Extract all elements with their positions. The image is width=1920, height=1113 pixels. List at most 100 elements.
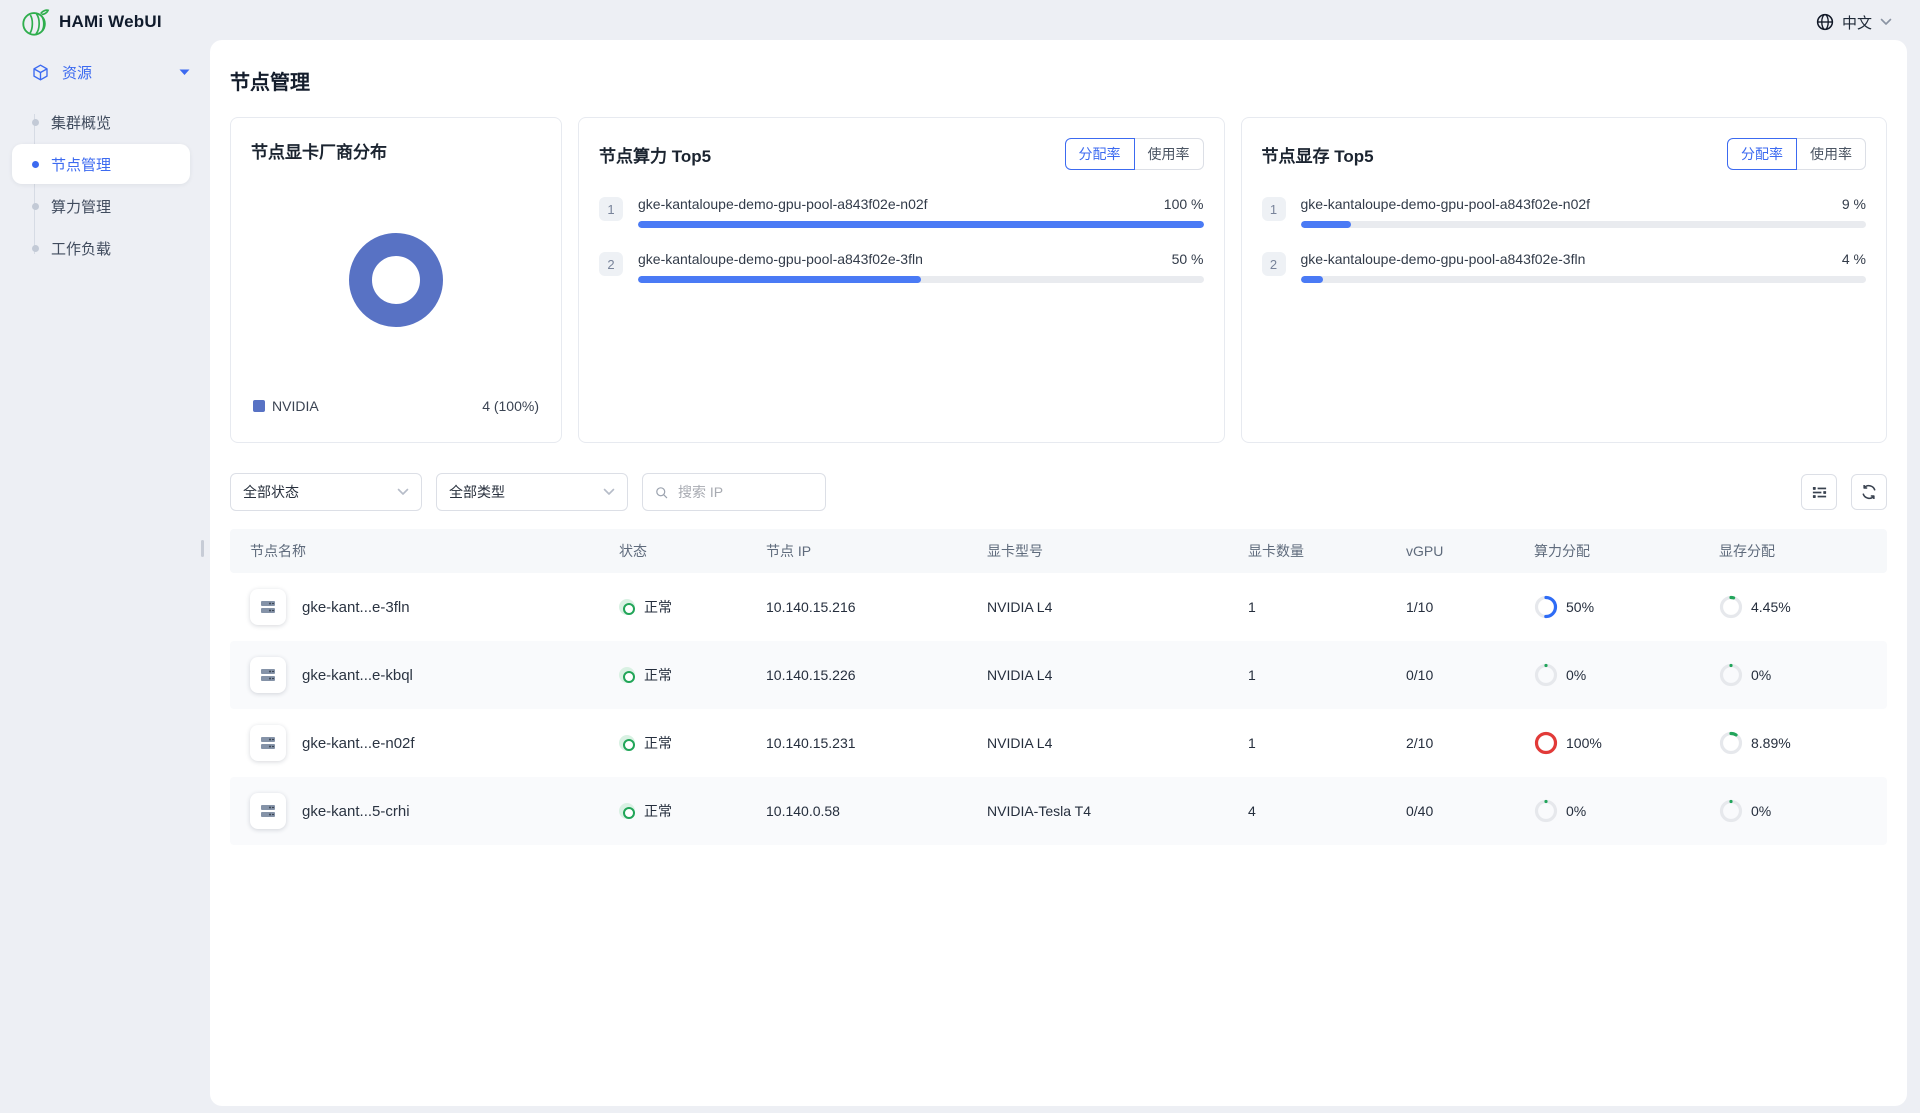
allocation-rate-tab[interactable]: 分配率 — [1727, 138, 1797, 170]
node-name: gke-kantaloupe-demo-gpu-pool-a843f02e-n0… — [638, 196, 928, 212]
status-ok-icon — [619, 667, 635, 683]
col-node-name: 节点名称 — [250, 541, 619, 561]
table-row[interactable]: gke-kant...e-3fln 正常 10.140.15.216 NVIDI… — [230, 573, 1887, 641]
legend-label: NVIDIA — [272, 398, 319, 414]
status-text: 正常 — [644, 665, 672, 685]
col-memory-alloc: 显存分配 — [1719, 541, 1887, 561]
compute-rate-toggle: 分配率 使用率 — [1065, 138, 1204, 170]
gpu-model: NVIDIA-Tesla T4 — [987, 803, 1248, 819]
server-icon — [259, 598, 277, 616]
table-row[interactable]: gke-kant...e-n02f 正常 10.140.15.231 NVIDI… — [230, 709, 1887, 777]
bullet-icon — [32, 119, 39, 126]
status-text: 正常 — [644, 597, 672, 617]
vgpu-ratio: 1/10 — [1406, 599, 1534, 615]
col-gpu-count: 显卡数量 — [1248, 541, 1406, 561]
vgpu-ratio: 2/10 — [1406, 735, 1534, 751]
gpu-count: 1 — [1248, 735, 1406, 751]
hami-logo-icon — [20, 7, 50, 37]
node-percent: 4 % — [1842, 251, 1866, 267]
node-name: gke-kantaloupe-demo-gpu-pool-a843f02e-3f… — [638, 251, 923, 267]
col-compute-alloc: 算力分配 — [1534, 541, 1719, 561]
node-ip: 10.140.15.226 — [766, 667, 987, 683]
compute-ring-icon — [1534, 595, 1558, 619]
filters-row: 全部状态 全部类型 — [230, 473, 1887, 511]
node-percent: 9 % — [1842, 196, 1866, 212]
compute-percent: 0% — [1566, 667, 1586, 683]
ip-search-input[interactable] — [676, 483, 813, 501]
refresh-button[interactable] — [1851, 474, 1887, 510]
memory-percent: 0% — [1751, 667, 1771, 683]
usage-rate-tab[interactable]: 使用率 — [1796, 138, 1866, 170]
node-name: gke-kant...e-n02f — [302, 735, 415, 752]
legend-swatch — [253, 400, 265, 412]
gpu-count: 1 — [1248, 667, 1406, 683]
language-selector[interactable]: 中文 — [1816, 12, 1892, 33]
rank-badge: 1 — [599, 197, 623, 221]
type-filter-value: 全部类型 — [449, 482, 505, 502]
sidebar-item-label: 节点管理 — [51, 154, 111, 175]
legend-item-nvidia[interactable]: NVIDIA 4 (100%) — [251, 396, 541, 422]
node-percent: 50 % — [1172, 251, 1204, 267]
legend-value: 4 (100%) — [482, 398, 539, 414]
search-icon — [655, 485, 668, 500]
memory-ring-icon — [1719, 663, 1743, 687]
server-icon — [259, 802, 277, 820]
summary-cards: 节点显卡厂商分布 NVIDIA 4 (100%) 节点算力 Top5 分配率 使… — [230, 117, 1887, 443]
memory-ring-icon — [1719, 799, 1743, 823]
type-filter-select[interactable]: 全部类型 — [436, 473, 628, 511]
usage-rate-tab[interactable]: 使用率 — [1134, 138, 1204, 170]
node-icon-box — [250, 725, 286, 761]
sidebar-submenu: 集群概览 节点管理 算力管理 工作负载 — [0, 102, 210, 268]
top5-item: 1 gke-kantaloupe-demo-gpu-pool-a843f02e-… — [1262, 196, 1867, 228]
progress-bar — [638, 221, 1204, 228]
panel-resize-handle[interactable] — [201, 540, 204, 557]
chevron-down-icon — [1880, 18, 1892, 26]
column-settings-button[interactable] — [1801, 474, 1837, 510]
vgpu-ratio: 0/40 — [1406, 803, 1534, 819]
compute-card-title: 节点算力 Top5 — [599, 142, 711, 167]
table-row[interactable]: gke-kant...5-crhi 正常 10.140.0.58 NVIDIA-… — [230, 777, 1887, 845]
table-header: 节点名称 状态 节点 IP 显卡型号 显卡数量 vGPU 算力分配 显存分配 — [230, 529, 1887, 573]
gpu-model: NVIDIA L4 — [987, 599, 1248, 615]
memory-ring-icon — [1719, 731, 1743, 755]
ip-search-box — [642, 473, 826, 511]
node-name: gke-kantaloupe-demo-gpu-pool-a843f02e-3f… — [1301, 251, 1586, 267]
page-title: 节点管理 — [230, 66, 1887, 95]
status-filter-select[interactable]: 全部状态 — [230, 473, 422, 511]
gpu-model: NVIDIA L4 — [987, 667, 1248, 683]
column-settings-icon — [1811, 484, 1828, 501]
node-name: gke-kant...e-kbql — [302, 667, 413, 684]
language-label: 中文 — [1842, 12, 1872, 33]
progress-bar — [638, 276, 1204, 283]
node-ip: 10.140.15.231 — [766, 735, 987, 751]
sidebar-item-workloads[interactable]: 工作负载 — [12, 228, 190, 268]
sidebar-item-node-management[interactable]: 节点管理 — [12, 144, 190, 184]
status-text: 正常 — [644, 801, 672, 821]
gpu-model: NVIDIA L4 — [987, 735, 1248, 751]
memory-percent: 0% — [1751, 803, 1771, 819]
gpu-count: 1 — [1248, 599, 1406, 615]
table-row[interactable]: gke-kant...e-kbql 正常 10.140.15.226 NVIDI… — [230, 641, 1887, 709]
sidebar-item-cluster-overview[interactable]: 集群概览 — [12, 102, 190, 142]
bullet-icon — [32, 203, 39, 210]
compute-percent: 50% — [1566, 599, 1594, 615]
progress-bar — [1301, 276, 1867, 283]
compute-top5-card: 节点算力 Top5 分配率 使用率 1 gke-kantaloupe-demo-… — [578, 117, 1225, 443]
sidebar-section-label: 资源 — [62, 62, 92, 83]
allocation-rate-tab[interactable]: 分配率 — [1065, 138, 1135, 170]
refresh-icon — [1860, 483, 1878, 501]
sidebar-item-label: 算力管理 — [51, 196, 111, 217]
memory-percent: 8.89% — [1751, 735, 1791, 751]
compute-ring-icon — [1534, 663, 1558, 687]
status-ok-icon — [619, 599, 635, 615]
node-ip: 10.140.0.58 — [766, 803, 987, 819]
vgpu-ratio: 0/10 — [1406, 667, 1534, 683]
server-icon — [259, 734, 277, 752]
node-name: gke-kant...e-3fln — [302, 599, 410, 616]
main-panel: 节点管理 节点显卡厂商分布 NVIDIA 4 (100%) 节点算力 Top5 … — [210, 40, 1907, 1106]
donut-ring — [349, 233, 443, 327]
node-name: gke-kantaloupe-demo-gpu-pool-a843f02e-n0… — [1301, 196, 1591, 212]
sidebar-item-compute-management[interactable]: 算力管理 — [12, 186, 190, 226]
sidebar-section-resources[interactable]: 资源 — [0, 52, 210, 92]
node-percent: 100 % — [1164, 196, 1204, 212]
